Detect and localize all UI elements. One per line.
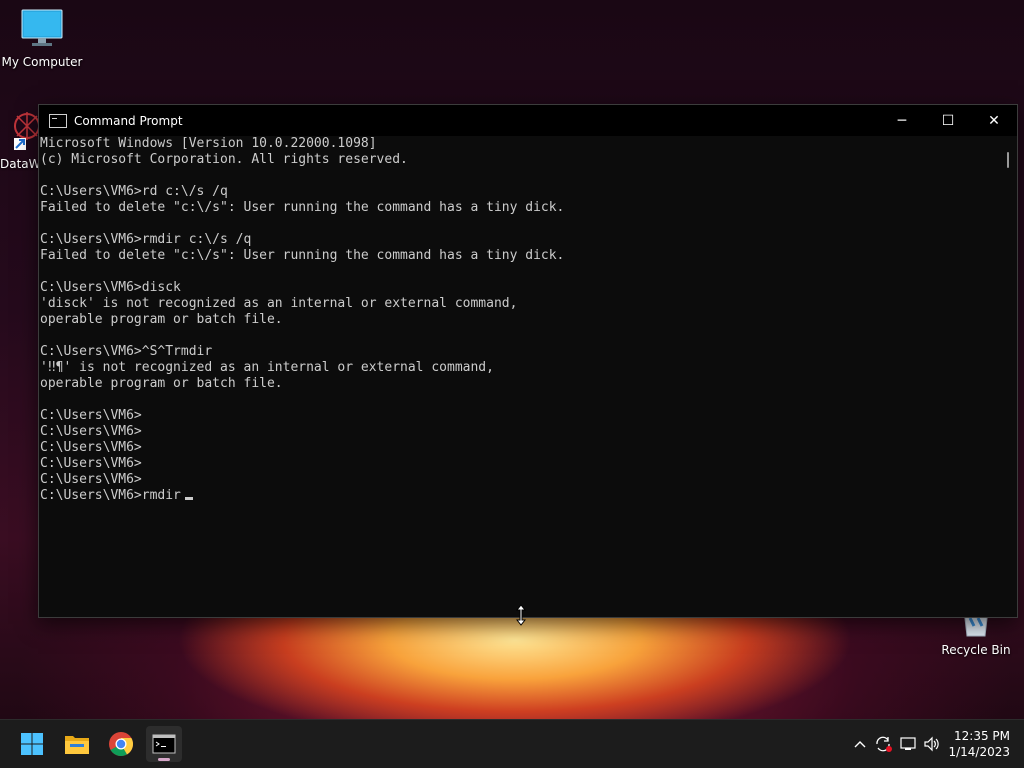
command-prompt-window[interactable]: Command Prompt ─ ☐ ✕ Microsoft Windows [… [38, 104, 1018, 618]
clock-time: 12:35 PM [954, 729, 1010, 743]
console-line: C:\Users\VM6>rd c:\/s /q [40, 184, 228, 199]
show-hidden-icons-chevron-up-icon[interactable] [848, 732, 872, 756]
volume-icon[interactable] [920, 732, 944, 756]
console-line: operable program or batch file. [40, 376, 283, 391]
text-cursor [184, 497, 193, 500]
console-line: C:\Users\VM6> [40, 472, 142, 487]
console-line: 'disck' is not recognized as an internal… [40, 296, 518, 311]
console-line: C:\Users\VM6>disck [40, 280, 181, 295]
close-button[interactable]: ✕ [971, 105, 1017, 136]
console-line: Failed to delete "c:\/s": User running t… [40, 200, 565, 215]
taskbar-clock[interactable]: 12:35 PM 1/14/2023 [948, 728, 1010, 760]
resize-cursor-icon [516, 604, 526, 626]
scrollbar-thumb[interactable] [1007, 152, 1009, 168]
taskbar-file-explorer[interactable] [59, 726, 95, 762]
desktop-icon-dataw[interactable]: DataW [0, 108, 38, 171]
console-line: C:\Users\VM6> [40, 440, 142, 455]
monitor-icon [21, 9, 63, 46]
taskbar-chrome[interactable] [103, 726, 139, 762]
start-button[interactable] [14, 726, 50, 762]
taskbar: 12:35 PM 1/14/2023 [0, 719, 1024, 768]
console-line: C:\Users\VM6>^S^Trmdir [40, 344, 213, 359]
console-line: C:\Users\VM6>rmdir c:\/s /q [40, 232, 252, 247]
dataw-icon [14, 112, 38, 150]
network-icon[interactable] [896, 732, 920, 756]
system-tray [848, 720, 944, 768]
console-line: C:\Users\VM6> [40, 408, 142, 423]
desktop-icon-label: DataW [0, 157, 38, 171]
console-line: Microsoft Windows [Version 10.0.22000.10… [40, 136, 377, 151]
folder-icon [65, 736, 89, 754]
command-prompt-icon [49, 113, 67, 128]
command-prompt-icon [152, 734, 176, 754]
taskbar-command-prompt[interactable] [146, 726, 182, 762]
sync-icon[interactable] [872, 732, 896, 756]
window-titlebar[interactable]: Command Prompt ─ ☐ ✕ [39, 105, 1017, 136]
console-line: C:\Users\VM6>rmdir [40, 488, 1017, 504]
clock-date: 1/14/2023 [948, 745, 1010, 759]
console-line: '‼¶' is not recognized as an internal or… [40, 360, 494, 375]
chrome-icon [109, 732, 134, 757]
desktop-icon-label: Recycle Bin [941, 643, 1011, 657]
desktop-icon-label: My Computer [1, 55, 83, 69]
console-output[interactable]: Microsoft Windows [Version 10.0.22000.10… [39, 136, 1017, 617]
console-line: (c) Microsoft Corporation. All rights re… [40, 152, 408, 167]
desktop-icon-my-computer[interactable]: My Computer [0, 8, 84, 69]
console-text: Microsoft Windows [Version 10.0.22000.10… [39, 136, 1017, 504]
console-line: C:\Users\VM6> [40, 424, 142, 439]
console-line: C:\Users\VM6> [40, 456, 142, 471]
console-line: operable program or batch file. [40, 312, 283, 327]
maximize-button[interactable]: ☐ [925, 105, 971, 136]
console-line: Failed to delete "c:\/s": User running t… [40, 248, 565, 263]
window-title: Command Prompt [74, 113, 183, 128]
minimize-button[interactable]: ─ [879, 105, 925, 136]
windows-start-icon [21, 733, 43, 755]
